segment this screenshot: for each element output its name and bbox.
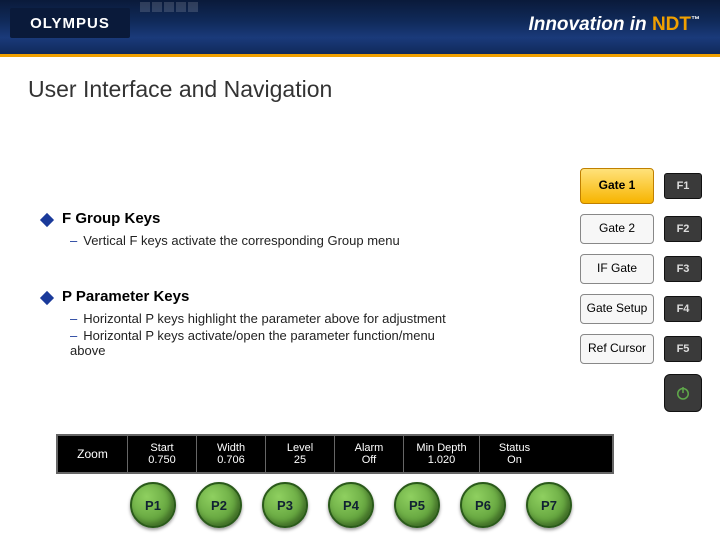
dash-icon: – <box>70 233 77 248</box>
p7-button[interactable]: P7 <box>526 482 572 528</box>
f1-key[interactable]: F1 <box>664 173 702 199</box>
p6-button[interactable]: P6 <box>460 482 506 528</box>
param-level[interactable]: Level25 <box>266 436 335 472</box>
p5-button[interactable]: P5 <box>394 482 440 528</box>
tagline: Innovation in NDT™ <box>528 14 700 36</box>
tab-row-ifgate: IF Gate F3 <box>580 254 702 284</box>
tab-row-refcursor: Ref Cursor F5 <box>580 334 702 364</box>
f4-key[interactable]: F4 <box>664 296 702 322</box>
decorative-squares <box>140 2 200 12</box>
tab-row-gatesetup: Gate Setup F4 <box>580 294 702 324</box>
param-alarm[interactable]: AlarmOff <box>335 436 404 472</box>
sub-bullet: –Horizontal P keys activate/open the par… <box>70 328 462 358</box>
tab-gate-1[interactable]: Gate 1 <box>580 168 654 204</box>
f5-key[interactable]: F5 <box>664 336 702 362</box>
parameter-bar: Zoom Start0.750 Width0.706 Level25 Alarm… <box>56 434 614 474</box>
body-text: F Group Keys –Vertical F keys activate t… <box>42 210 462 360</box>
tab-if-gate[interactable]: IF Gate <box>580 254 654 284</box>
p2-button[interactable]: P2 <box>196 482 242 528</box>
tab-gate-2[interactable]: Gate 2 <box>580 214 654 244</box>
bullet-heading: F Group Keys <box>62 210 160 227</box>
trademark: ™ <box>691 15 700 25</box>
slide-title: User Interface and Navigation <box>0 54 720 103</box>
bullet-heading: P Parameter Keys <box>62 288 189 305</box>
param-start[interactable]: Start0.750 <box>128 436 197 472</box>
f3-key[interactable]: F3 <box>664 256 702 282</box>
bullet-p-param: P Parameter Keys <box>42 288 462 305</box>
p4-button[interactable]: P4 <box>328 482 374 528</box>
param-width[interactable]: Width0.706 <box>197 436 266 472</box>
dash-icon: – <box>70 328 77 343</box>
dash-icon: – <box>70 311 77 326</box>
diamond-bullet-icon <box>40 291 54 305</box>
header-banner: OLYMPUS Innovation in NDT™ <box>0 0 720 54</box>
tab-ref-cursor[interactable]: Ref Cursor <box>580 334 654 364</box>
tab-row-gate2: Gate 2 F2 <box>580 214 702 244</box>
p1-button[interactable]: P1 <box>130 482 176 528</box>
sub-bullet: –Horizontal P keys highlight the paramet… <box>70 311 462 326</box>
brand-logo: OLYMPUS <box>10 8 130 38</box>
param-min-depth[interactable]: Min Depth1.020 <box>404 436 480 472</box>
tab-gate-setup[interactable]: Gate Setup <box>580 294 654 324</box>
bullet-f-group: F Group Keys <box>42 210 462 227</box>
tagline-ndt: NDT <box>652 14 691 35</box>
power-button[interactable] <box>664 374 702 412</box>
p3-button[interactable]: P3 <box>262 482 308 528</box>
param-status[interactable]: StatusOn <box>480 436 549 472</box>
power-icon <box>674 384 692 402</box>
tab-row-gate1: Gate 1 F1 <box>580 168 702 204</box>
p-button-row: P1 P2 P3 P4 P5 P6 P7 <box>130 482 572 528</box>
tagline-prefix: Innovation in <box>528 14 652 35</box>
diamond-bullet-icon <box>40 213 54 227</box>
f2-key[interactable]: F2 <box>664 216 702 242</box>
sub-bullet: –Vertical F keys activate the correspond… <box>70 233 462 248</box>
f-key-column: Gate 1 F1 Gate 2 F2 IF Gate F3 Gate Setu… <box>580 168 702 412</box>
param-zoom[interactable]: Zoom <box>58 436 128 472</box>
